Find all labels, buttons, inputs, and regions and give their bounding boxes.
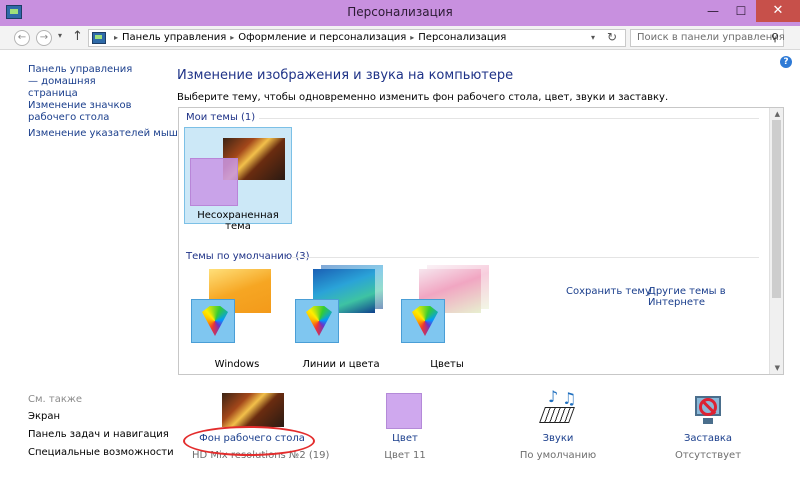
back-button[interactable]: ←: [14, 30, 30, 46]
theme-color-tile: [295, 299, 339, 343]
content-area: ? Панель управления — домашняя страница …: [0, 50, 800, 477]
color-fan-icon: [306, 306, 332, 336]
title-bar: Персонализация — ☐ ✕: [0, 0, 800, 26]
theme-label: Несохраненная тема: [197, 210, 279, 232]
color-fan-icon: [412, 306, 438, 336]
sidebar-link-desktop-icons[interactable]: Изменение значков рабочего стола: [28, 100, 168, 124]
maximize-button[interactable]: ☐: [728, 0, 754, 22]
setting-value: По умолчанию: [519, 450, 597, 461]
breadcrumb-chevron-icon[interactable]: ▸: [114, 33, 118, 42]
setting-title[interactable]: Заставка: [648, 433, 768, 444]
divider: [259, 118, 759, 119]
address-bar[interactable]: ▸ Панель управления ▸ Оформление и персонал…: [88, 29, 626, 47]
see-also-link-display[interactable]: Экран: [28, 411, 60, 422]
desktop-background-thumbnail: [222, 393, 284, 427]
theme-label: Линии и цвета: [302, 359, 380, 370]
help-icon[interactable]: ?: [780, 56, 792, 68]
page-title: Изменение изображения и звука на компьют…: [177, 68, 514, 83]
recent-pages-chevron-icon[interactable]: ▾: [58, 31, 62, 40]
setting-title[interactable]: Цвет: [345, 433, 465, 444]
theme-label: Windows: [214, 359, 260, 370]
navigation-bar: ← → ▾ ↑ ▸ Панель управления ▸ Оформление и …: [0, 26, 800, 50]
minimize-button[interactable]: —: [700, 0, 726, 22]
see-also-heading: См. также: [28, 394, 83, 405]
desktop-background-setting[interactable]: Фон рабочего стола HD Mix resolutions №2…: [192, 390, 330, 462]
scroll-up-icon[interactable]: ▲: [775, 110, 780, 118]
setting-value: HD Mix resolutions №2 (19): [192, 450, 330, 461]
theme-flowers[interactable]: Цветы: [397, 265, 497, 374]
search-input[interactable]: Поиск в панели управления: [637, 32, 785, 43]
scrollbar-thumb[interactable]: [772, 120, 781, 298]
theme-color-tile: [401, 299, 445, 343]
setting-value: Цвет 11: [384, 450, 426, 461]
breadcrumb-chevron-icon[interactable]: ▸: [230, 33, 234, 42]
search-box[interactable]: Поиск в панели управления ⚲: [630, 29, 785, 47]
close-button[interactable]: ✕: [756, 0, 800, 22]
sidebar-link-home[interactable]: Панель управления — домашняя страница: [28, 64, 138, 100]
breadcrumb-item-control-panel[interactable]: Панель управления: [122, 32, 226, 43]
up-button[interactable]: ↑: [72, 29, 83, 44]
theme-color-tile: [191, 299, 235, 343]
breadcrumb: ▸ Панель управления ▸ Оформление и персонал…: [110, 32, 506, 43]
page-subtitle: Выберите тему, чтобы одновременно измени…: [177, 92, 669, 103]
color-fan-icon: [202, 306, 228, 336]
sounds-setting[interactable]: ♪ ♫ Звуки По умолчанию: [498, 387, 618, 462]
search-icon[interactable]: ⚲: [771, 31, 779, 44]
control-panel-icon: [92, 32, 106, 44]
window-title: Персонализация: [347, 5, 453, 19]
color-swatch: [386, 393, 422, 429]
forward-button[interactable]: →: [36, 30, 52, 46]
screensaver-icon: [691, 392, 725, 426]
themes-list: ▲ ▼ Мои темы (1) Несохраненная тема Сохр…: [178, 107, 784, 375]
breadcrumb-chevron-icon[interactable]: ▸: [410, 33, 414, 42]
refresh-icon[interactable]: ↻: [607, 30, 617, 44]
more-themes-link[interactable]: Другие темы в Интернете: [648, 286, 783, 308]
divider: [291, 257, 759, 258]
see-also-link-accessibility[interactable]: Специальные возможности: [28, 447, 174, 458]
theme-lines-colors[interactable]: Линии и цвета: [291, 265, 391, 374]
address-dropdown-icon[interactable]: ▾: [591, 33, 595, 42]
sounds-icon: ♪ ♫: [539, 387, 580, 429]
save-theme-link[interactable]: Сохранить тему: [566, 286, 651, 297]
theme-color-tile: [190, 158, 238, 206]
screensaver-setting[interactable]: Заставка Отсутствует: [648, 390, 768, 462]
setting-value: Отсутствует: [674, 450, 742, 461]
setting-title[interactable]: Фон рабочего стола: [192, 433, 312, 444]
color-setting[interactable]: Цвет Цвет 11: [345, 390, 465, 462]
scrollbar[interactable]: ▲ ▼: [769, 108, 783, 374]
theme-unsaved[interactable]: Несохраненная тема: [184, 127, 292, 232]
my-themes-heading: Мои темы (1): [186, 112, 256, 123]
scroll-down-icon[interactable]: ▼: [775, 364, 780, 372]
setting-title[interactable]: Звуки: [498, 433, 618, 444]
breadcrumb-item-personalization[interactable]: Персонализация: [418, 32, 506, 43]
theme-label: Цветы: [430, 359, 464, 370]
breadcrumb-item-appearance[interactable]: Оформление и персонализация: [238, 32, 406, 43]
theme-windows[interactable]: Windows: [187, 265, 287, 374]
sidebar-link-mouse-pointers[interactable]: Изменение указателей мыши: [28, 128, 184, 140]
see-also-link-taskbar[interactable]: Панель задач и навигация: [28, 429, 169, 440]
